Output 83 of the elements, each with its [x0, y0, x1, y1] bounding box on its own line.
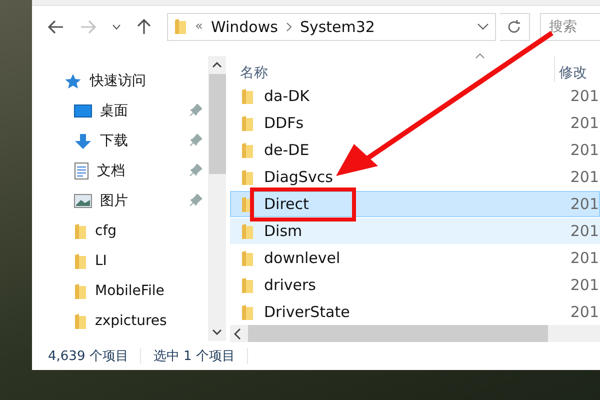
- sidebar-item[interactable]: 文档: [32, 156, 208, 186]
- file-name: DiagSvcs: [264, 168, 333, 186]
- file-name: de-DE: [264, 141, 310, 160]
- date-cell: 201: [570, 168, 599, 186]
- file-row[interactable]: DiagSvcs 201: [230, 164, 600, 190]
- date-cell: 201: [570, 249, 599, 268]
- date-cell: 201: [570, 276, 599, 294]
- sidebar-item[interactable]: zxpictures: [32, 306, 208, 336]
- scroll-left-icon[interactable]: [234, 328, 242, 340]
- file-row[interactable]: drivers 201: [230, 272, 600, 298]
- file-row[interactable]: Direct 201: [230, 191, 600, 218]
- folder-icon: [174, 18, 187, 36]
- chevron-right-icon: [286, 22, 292, 32]
- vertical-scrollbar[interactable]: [208, 56, 226, 342]
- search-field[interactable]: 搜索: [540, 12, 600, 41]
- folder-icon: [74, 282, 87, 300]
- desktop-icon: [74, 104, 92, 118]
- sidebar-item[interactable]: LI: [32, 246, 208, 276]
- refresh-icon: [506, 18, 522, 35]
- column-header[interactable]: 修改: [554, 56, 587, 82]
- item-count: 4,639 个项目: [48, 348, 128, 365]
- folder-icon: [241, 88, 254, 105]
- folder-icon: [74, 252, 87, 270]
- folder-icon: [241, 276, 254, 294]
- pin-icon[interactable]: [190, 164, 202, 176]
- star-icon: [64, 72, 82, 90]
- chevron-down-icon[interactable]: [476, 23, 489, 30]
- breadcrumb[interactable]: Windows: [210, 18, 278, 36]
- file-name: DriverState: [264, 303, 350, 322]
- sidebar-item[interactable]: 桌面: [32, 96, 208, 126]
- sidebar-item[interactable]: 快速访问: [32, 66, 208, 96]
- folder-icon: [74, 312, 87, 330]
- file-row[interactable]: DriverState 201: [230, 299, 600, 326]
- date-cell: 201: [570, 87, 599, 106]
- date-cell: 201: [570, 114, 599, 132]
- file-name: da-DK: [264, 87, 310, 106]
- file-row[interactable]: de-DE 201: [230, 137, 600, 164]
- date-cell: 201: [570, 141, 599, 160]
- date-cell: 201: [570, 222, 599, 240]
- file-name: Direct: [264, 195, 309, 214]
- file-row[interactable]: da-DK 201: [230, 83, 600, 110]
- picture-icon: [74, 194, 92, 208]
- file-row[interactable]: Dism 201: [230, 218, 600, 244]
- folder-icon: [74, 222, 87, 240]
- back-arrow-icon: [48, 20, 64, 34]
- sidebar-item[interactable]: cfg: [32, 216, 208, 246]
- folder-icon: [241, 222, 254, 240]
- folder-icon: [241, 250, 254, 267]
- scroll-down-icon[interactable]: [212, 329, 222, 336]
- file-name: DDFs: [264, 114, 304, 132]
- document-icon: [74, 162, 89, 180]
- sidebar-item[interactable]: 下载: [32, 126, 208, 156]
- scroll-up-icon[interactable]: [212, 62, 222, 68]
- address-bar[interactable]: « Windows System32: [167, 12, 496, 41]
- sidebar-item[interactable]: 图片: [32, 186, 208, 216]
- file-row[interactable]: DDFs 201: [230, 110, 600, 136]
- column-header[interactable]: 名称: [240, 64, 554, 82]
- selection-count: 选中 1 个项目: [153, 348, 235, 365]
- download-arrow-icon: [74, 132, 92, 150]
- overflow-marker[interactable]: «: [195, 19, 203, 34]
- sidebar-item[interactable]: MobileFile: [32, 276, 208, 306]
- file-name: drivers: [264, 276, 316, 294]
- chevron-down-icon: [112, 24, 121, 30]
- refresh-button[interactable]: [500, 12, 530, 41]
- breadcrumb[interactable]: System32: [300, 18, 375, 36]
- date-cell: 201: [570, 303, 599, 322]
- pin-icon[interactable]: [190, 104, 202, 116]
- folder-icon: [241, 142, 254, 159]
- forward-arrow-icon: [80, 20, 96, 34]
- pin-icon[interactable]: [190, 134, 202, 146]
- date-cell: 201: [570, 195, 599, 214]
- scrollbar-thumb[interactable]: [248, 325, 548, 342]
- folder-icon: [241, 114, 254, 132]
- folder-icon: [241, 168, 254, 186]
- up-arrow-icon: [137, 18, 151, 35]
- file-row[interactable]: downlevel 201: [230, 245, 600, 272]
- sort-caret-icon: [475, 53, 485, 60]
- folder-icon: [241, 304, 254, 321]
- file-name: downlevel: [264, 249, 340, 268]
- scrollbar-thumb[interactable]: [208, 74, 226, 174]
- pin-icon[interactable]: [190, 194, 202, 206]
- file-name: Dism: [264, 222, 302, 240]
- horizontal-scrollbar[interactable]: [230, 325, 600, 342]
